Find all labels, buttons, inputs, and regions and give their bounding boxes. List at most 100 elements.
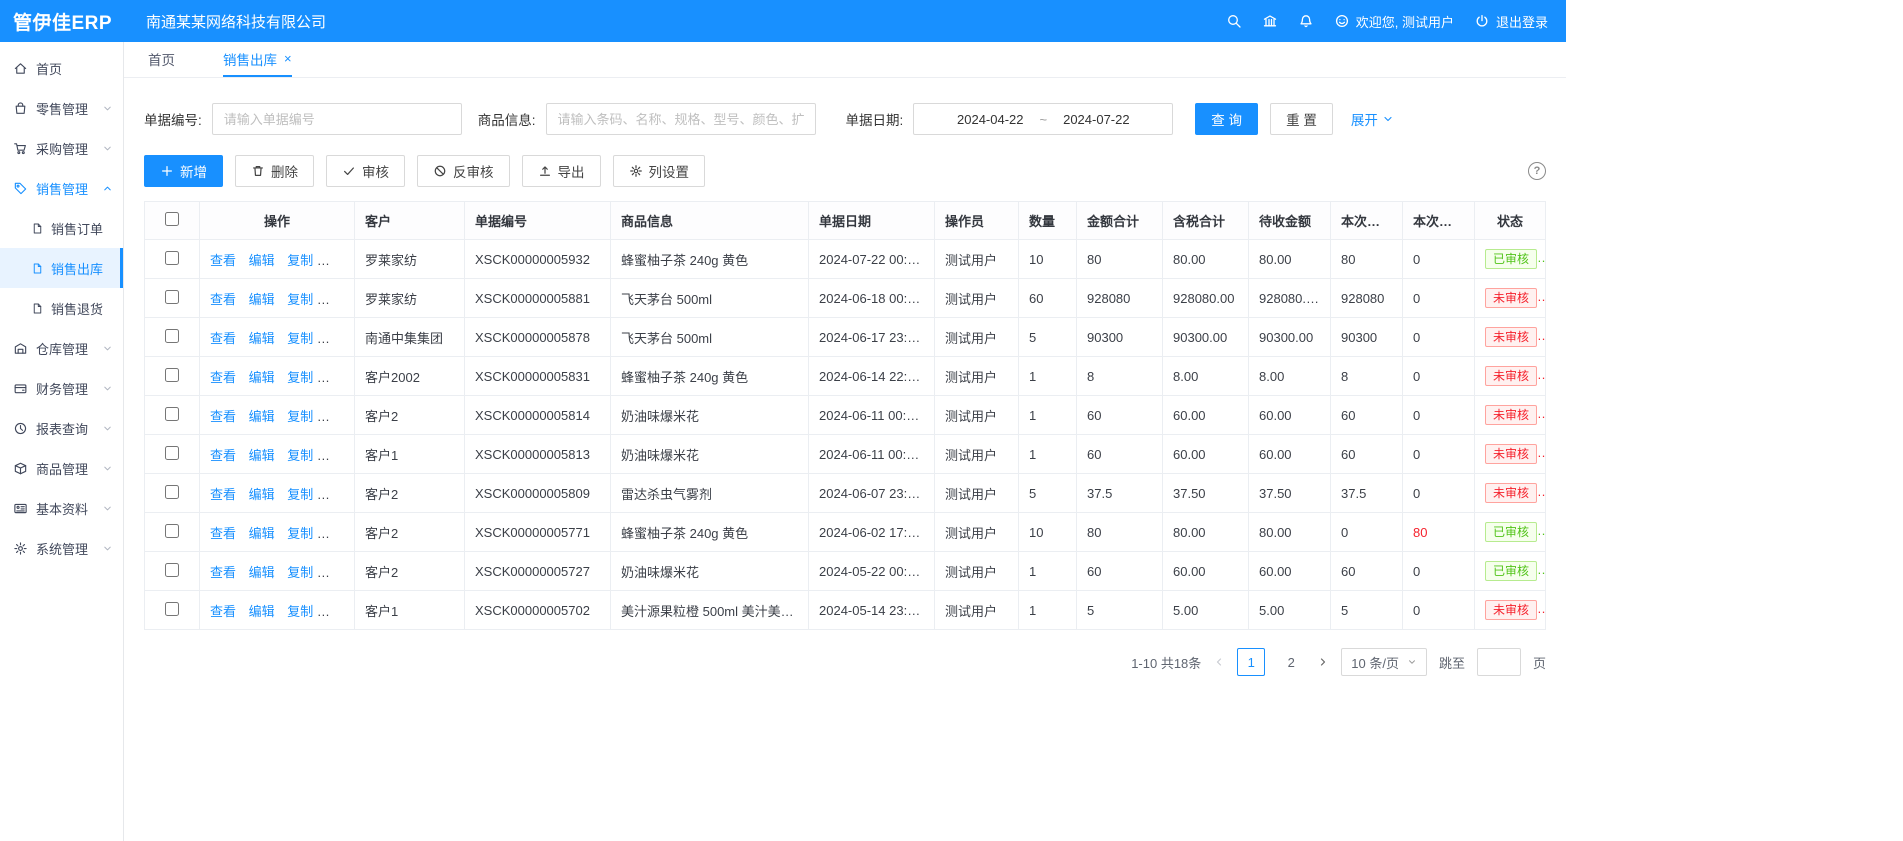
row-checkbox[interactable]: [165, 524, 179, 538]
sidebar-subitem-sales-order[interactable]: 销售订单: [0, 208, 123, 248]
row-checkbox[interactable]: [165, 251, 179, 265]
jump-page-input[interactable]: [1477, 648, 1521, 676]
view-link[interactable]: 查看: [210, 331, 236, 346]
view-link[interactable]: 查看: [210, 487, 236, 502]
sidebar-item-label: 商品管理: [36, 459, 94, 478]
delete-link[interactable]: 删除: [326, 292, 352, 307]
delete-link[interactable]: 删除: [326, 448, 352, 463]
copy-link[interactable]: 复制: [287, 370, 313, 385]
delete-link[interactable]: 删除: [326, 370, 352, 385]
search-icon[interactable]: [1226, 13, 1242, 29]
edit-link[interactable]: 编辑: [249, 487, 275, 502]
edit-link[interactable]: 编辑: [249, 565, 275, 580]
column-settings-button[interactable]: 列设置: [613, 155, 706, 187]
edit-link[interactable]: 编辑: [249, 526, 275, 541]
row-checkbox[interactable]: [165, 602, 179, 616]
chevron-down-icon: [102, 143, 113, 154]
row-checkbox[interactable]: [165, 368, 179, 382]
delete-link[interactable]: 删除: [326, 487, 352, 502]
tab-home[interactable]: 首页: [148, 42, 175, 77]
sidebar-item-reports[interactable]: 报表查询: [0, 408, 123, 448]
sidebar-subitem-sales-return[interactable]: 销售退货: [0, 288, 123, 328]
delete-link[interactable]: 删除: [326, 253, 352, 268]
sidebar-item-system[interactable]: 系统管理: [0, 528, 123, 568]
page-number-2[interactable]: 2: [1277, 648, 1305, 676]
row-checkbox[interactable]: [165, 485, 179, 499]
view-link[interactable]: 查看: [210, 526, 236, 541]
edit-link[interactable]: 编辑: [249, 292, 275, 307]
welcome-user[interactable]: 欢迎您, 测试用户: [1334, 12, 1454, 31]
copy-link[interactable]: 复制: [287, 565, 313, 580]
cell-debt: 80: [1403, 513, 1475, 552]
date-to[interactable]: 2024-07-22: [1063, 112, 1130, 127]
date-from[interactable]: 2024-04-22: [957, 112, 1024, 127]
sidebar-subitem-sales-outbound[interactable]: 销售出库: [0, 248, 123, 288]
audit-button[interactable]: 审核: [326, 155, 405, 187]
table-row: 查看 编辑 复制 删除 客户1 XSCK00000005702 美汁源果粒橙 5…: [145, 591, 1546, 630]
edit-link[interactable]: 编辑: [249, 331, 275, 346]
date-range-picker[interactable]: 2024-04-22 ~ 2024-07-22: [913, 103, 1173, 135]
copy-link[interactable]: 复制: [287, 253, 313, 268]
row-checkbox[interactable]: [165, 446, 179, 460]
delete-link[interactable]: 删除: [326, 526, 352, 541]
view-link[interactable]: 查看: [210, 253, 236, 268]
cell-operator: 测试用户: [935, 279, 1019, 318]
copy-link[interactable]: 复制: [287, 331, 313, 346]
view-link[interactable]: 查看: [210, 292, 236, 307]
help-icon[interactable]: ?: [1528, 162, 1546, 180]
edit-link[interactable]: 编辑: [249, 604, 275, 619]
jump-suffix: 页: [1533, 653, 1546, 672]
add-button[interactable]: 新增: [144, 155, 223, 187]
sidebar-item-retail[interactable]: 零售管理: [0, 88, 123, 128]
product-info-input[interactable]: [546, 103, 816, 135]
view-link[interactable]: 查看: [210, 604, 236, 619]
tab-sales-outbound[interactable]: 销售出库 ×: [223, 42, 292, 77]
select-all-checkbox[interactable]: [165, 212, 179, 226]
cell-debt: 0: [1403, 435, 1475, 474]
home-bank-icon[interactable]: [1262, 13, 1278, 29]
row-checkbox[interactable]: [165, 407, 179, 421]
view-link[interactable]: 查看: [210, 370, 236, 385]
view-link[interactable]: 查看: [210, 565, 236, 580]
copy-link[interactable]: 复制: [287, 604, 313, 619]
copy-link[interactable]: 复制: [287, 487, 313, 502]
edit-link[interactable]: 编辑: [249, 370, 275, 385]
expand-link[interactable]: 展开: [1351, 109, 1394, 129]
unaudit-button[interactable]: 反审核: [417, 155, 510, 187]
tab-close-icon[interactable]: ×: [284, 51, 292, 66]
page-size-select[interactable]: 10 条/页: [1341, 648, 1427, 676]
bell-icon[interactable]: [1298, 13, 1314, 29]
edit-link[interactable]: 编辑: [249, 253, 275, 268]
copy-link[interactable]: 复制: [287, 409, 313, 424]
delete-button[interactable]: 删除: [235, 155, 314, 187]
copy-link[interactable]: 复制: [287, 526, 313, 541]
row-checkbox[interactable]: [165, 329, 179, 343]
order-no-input[interactable]: [212, 103, 462, 135]
sidebar-item-sales[interactable]: 销售管理: [0, 168, 123, 208]
prev-page-icon[interactable]: [1213, 656, 1225, 668]
sidebar-item-purchase[interactable]: 采购管理: [0, 128, 123, 168]
view-link[interactable]: 查看: [210, 448, 236, 463]
export-button[interactable]: 导出: [522, 155, 601, 187]
reset-button[interactable]: 重 置: [1270, 103, 1333, 135]
logout-button[interactable]: 退出登录: [1474, 12, 1548, 31]
sidebar-item-basics[interactable]: 基本资料: [0, 488, 123, 528]
edit-link[interactable]: 编辑: [249, 409, 275, 424]
copy-link[interactable]: 复制: [287, 448, 313, 463]
delete-link[interactable]: 删除: [326, 565, 352, 580]
row-checkbox[interactable]: [165, 290, 179, 304]
delete-link[interactable]: 删除: [326, 331, 352, 346]
view-link[interactable]: 查看: [210, 409, 236, 424]
copy-link[interactable]: 复制: [287, 292, 313, 307]
next-page-icon[interactable]: [1317, 656, 1329, 668]
edit-link[interactable]: 编辑: [249, 448, 275, 463]
sidebar-item-home[interactable]: 首页: [0, 48, 123, 88]
delete-link[interactable]: 删除: [326, 409, 352, 424]
search-button[interactable]: 查 询: [1195, 103, 1258, 135]
page-number-1[interactable]: 1: [1237, 648, 1265, 676]
sidebar-item-products[interactable]: 商品管理: [0, 448, 123, 488]
sidebar-item-warehouse[interactable]: 仓库管理: [0, 328, 123, 368]
sidebar-item-finance[interactable]: 财务管理: [0, 368, 123, 408]
delete-link[interactable]: 删除: [326, 604, 352, 619]
row-checkbox[interactable]: [165, 563, 179, 577]
